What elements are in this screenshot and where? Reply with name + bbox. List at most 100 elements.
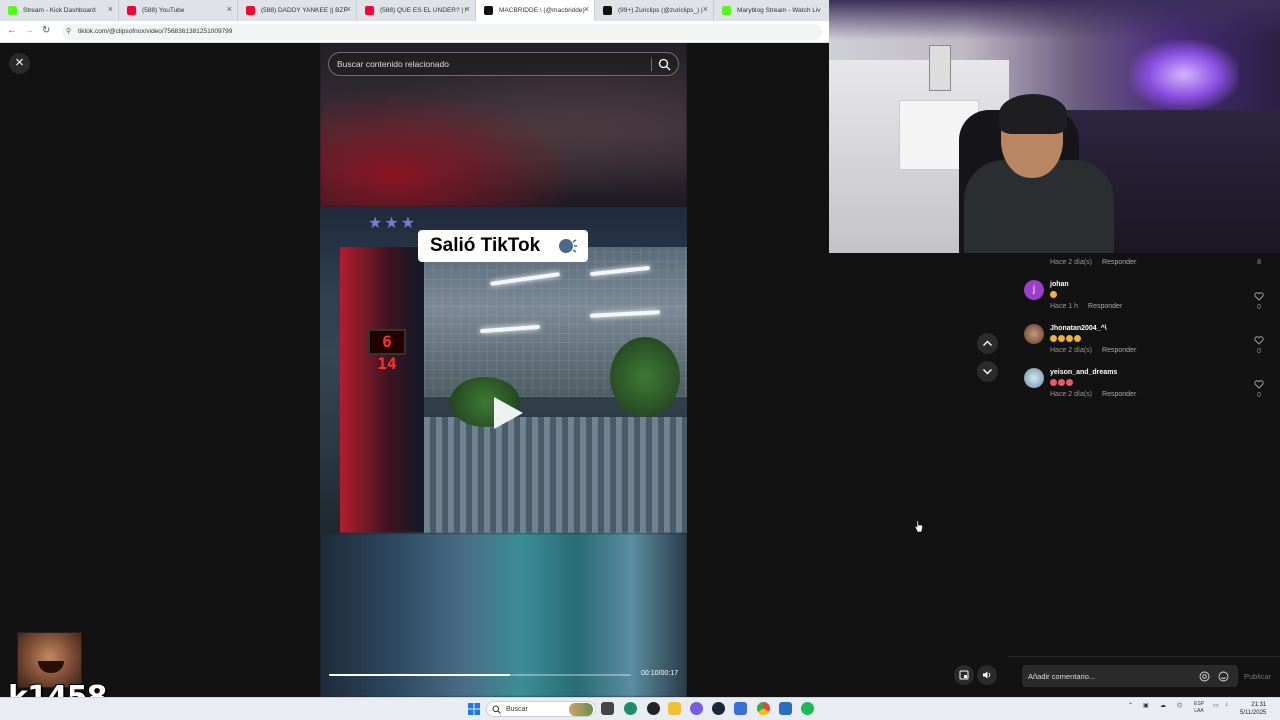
tab-title: MACBRIDDE \ (@macbridde) |	[499, 7, 585, 14]
app-icon[interactable]	[647, 702, 660, 715]
close-tab-icon[interactable]: ×	[346, 4, 351, 14]
edge-icon[interactable]	[624, 702, 637, 715]
streamer-durag	[999, 94, 1067, 134]
discord-icon[interactable]	[690, 702, 703, 715]
search-highlight-image	[569, 703, 593, 716]
comment-meta: Hace 2 día(s) Responder	[1050, 259, 1136, 266]
video-timer: 00:10/00:17	[641, 670, 678, 677]
play-icon[interactable]	[491, 395, 525, 431]
comment-username[interactable]: johan	[1050, 281, 1069, 288]
app-icon[interactable]	[734, 702, 747, 715]
kick-icon	[8, 6, 17, 15]
forward-arrow-icon[interactable]: →	[24, 25, 34, 36]
task-view-icon[interactable]	[601, 702, 614, 715]
emoji-icon	[1074, 335, 1081, 342]
comment-meta: Hace 1 h Responder	[1050, 303, 1122, 310]
volume-button[interactable]	[977, 665, 997, 685]
video-player[interactable]: 6 14 ★★★ Buscar contenido relacionado	[320, 43, 687, 697]
steam-icon[interactable]	[712, 702, 725, 715]
reply-link[interactable]: Responder	[1102, 347, 1136, 354]
reload-icon[interactable]: ↻	[42, 25, 50, 36]
comment-username[interactable]: yeison_and_dreams	[1050, 369, 1117, 376]
tray-monitor-icon[interactable]: ▭	[1213, 702, 1219, 709]
close-tab-icon[interactable]: ×	[584, 4, 589, 14]
previous-video-button[interactable]	[977, 333, 998, 354]
heart-icon[interactable]	[1254, 292, 1264, 301]
mention-icon[interactable]	[1199, 671, 1210, 682]
comment-emojis	[1050, 379, 1074, 386]
reply-link[interactable]: Responder	[1088, 303, 1122, 310]
heart-icon[interactable]	[1254, 336, 1264, 345]
avatar[interactable]: j	[1024, 280, 1044, 300]
close-tab-icon[interactable]: ×	[703, 4, 708, 14]
browser-tab[interactable]: Maryblog Stream - Watch Liv	[714, 0, 830, 21]
close-tab-icon[interactable]: ×	[227, 4, 232, 14]
url-field[interactable]: ⚲ tiktok.com/@clipsofnox/video/756836138…	[62, 24, 822, 40]
score-display: 6 14	[368, 329, 406, 373]
tab-title: (588) YouTube	[142, 7, 185, 14]
chrome-icon[interactable]	[757, 702, 770, 715]
tray-volume-icon[interactable]: ♪	[1225, 702, 1228, 708]
browser-tab[interactable]: (588) DADDY YANKEE || BZRP M×	[238, 0, 357, 21]
tiktok-icon	[603, 6, 612, 15]
browser-tab-active[interactable]: MACBRIDDE \ (@macbridde) | ×	[476, 0, 595, 21]
kick-icon	[722, 6, 731, 15]
back-arrow-icon[interactable]: ←	[7, 25, 17, 36]
avatar[interactable]	[1024, 368, 1044, 388]
picture-in-picture-button[interactable]	[954, 665, 974, 685]
tray-app-icon[interactable]: ▣	[1143, 702, 1149, 709]
tray-network-icon[interactable]: ⌬	[1177, 702, 1182, 709]
taskbar-search[interactable]: Buscar	[486, 701, 596, 717]
caption-text: Salió TikTok	[430, 235, 541, 256]
video-progress-bar[interactable]	[329, 674, 631, 676]
youtube-icon	[365, 6, 374, 15]
browser-tab[interactable]: (588) QUE ES EL UNDER? | ft B ×	[357, 0, 476, 21]
emoji-icon	[1058, 335, 1065, 342]
heart-icon[interactable]	[1254, 380, 1264, 389]
site-info-icon[interactable]: ⚲	[66, 27, 71, 35]
close-tab-icon[interactable]: ×	[108, 4, 113, 14]
comment-time: Hace 2 día(s)	[1050, 391, 1093, 398]
browser-tab[interactable]: Stream - Kick Dashboard ×	[0, 0, 119, 21]
video-caption: Salió TikTok	[418, 230, 588, 262]
taskbar-clock[interactable]: 21:31 5/11/2025	[1240, 701, 1266, 717]
close-tab-icon[interactable]: ×	[465, 4, 470, 14]
machine-stars: ★★★	[368, 215, 418, 232]
related-search-input[interactable]: Buscar contenido relacionado	[328, 52, 679, 76]
emoji-picker-icon[interactable]	[1218, 671, 1229, 682]
tab-title: (588) DADDY YANKEE || BZRP M	[261, 7, 347, 14]
reply-link[interactable]: Responder	[1102, 259, 1136, 266]
search-icon[interactable]	[658, 58, 671, 71]
metal-fence	[424, 417, 687, 533]
browser-tab[interactable]: (588) YouTube ×	[119, 0, 238, 21]
comments-panel: Hace 2 día(s) Responder 8 j johan Hace 1 …	[1008, 253, 1280, 697]
comment-item: yeison_and_dreams Hace 2 día(s) Responder…	[1024, 368, 1280, 408]
browser-tab[interactable]: (99+) Zuriclips (@zuriclips_) | T ×	[595, 0, 714, 21]
next-video-button[interactable]	[977, 361, 998, 382]
emoji-icon	[1066, 335, 1073, 342]
language-indicator[interactable]: ESP LAA	[1194, 701, 1204, 715]
tab-title: Maryblog Stream - Watch Liv	[737, 7, 821, 14]
tray-chevron-icon[interactable]: ⌃	[1128, 702, 1133, 709]
comment-input[interactable]: Añadir comentario...	[1022, 665, 1238, 687]
hand-cursor-icon	[914, 520, 923, 533]
layout-code: LAA	[1194, 708, 1204, 714]
tiktok-icon	[484, 6, 493, 15]
like-count: 0	[1257, 304, 1261, 311]
comment-meta: Hace 2 día(s) Responder	[1050, 347, 1136, 354]
reply-link[interactable]: Responder	[1102, 391, 1136, 398]
file-explorer-icon[interactable]	[668, 702, 681, 715]
comment-time: Hace 2 día(s)	[1050, 259, 1093, 266]
tray-cloud-icon[interactable]: ☁	[1160, 702, 1166, 709]
close-video-button[interactable]: ×	[9, 53, 30, 74]
comment-item: Hace 2 día(s) Responder 8	[1024, 245, 1280, 285]
video-blur-bottom	[320, 533, 687, 697]
search-icon	[492, 705, 501, 714]
avatar[interactable]	[1024, 324, 1044, 344]
spotify-icon[interactable]	[801, 702, 814, 715]
publish-button[interactable]: Publicar	[1244, 672, 1271, 681]
app-icon[interactable]	[779, 702, 792, 715]
windows-start-icon[interactable]	[468, 703, 480, 715]
comment-username[interactable]: Jhonatan2004_^\	[1050, 325, 1107, 332]
like-count: 8	[1257, 259, 1261, 266]
